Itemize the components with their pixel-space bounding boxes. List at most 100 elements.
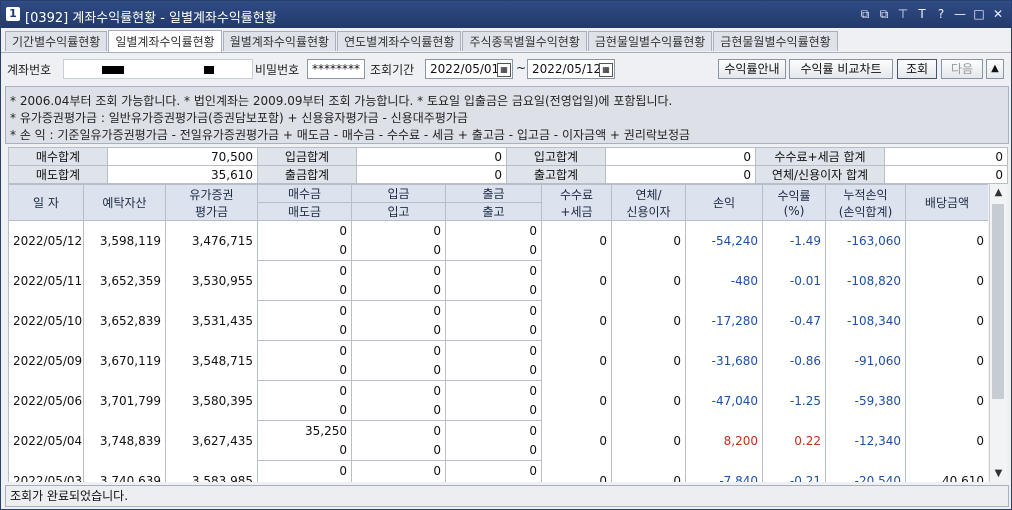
summary-table: 매수합계 70,500 입금합계 0 입고합계 0 수수료+세금 합계 0 매도합계 35,610… (8, 147, 1008, 184)
cell-date: 2022/05/09 (8, 340, 84, 381)
col-header-pnl[interactable]: 손익 (685, 184, 763, 221)
cell-date: 2022/05/04 (8, 420, 84, 461)
summary-label: 연체/신용이자 합계 (755, 165, 885, 184)
collapse-up-icon[interactable]: ▲ (986, 59, 1004, 79)
cell-fee-tax: 0 (541, 460, 612, 482)
col-header-date[interactable]: 일 자 (8, 184, 84, 221)
password-field[interactable]: ******** (307, 59, 365, 79)
header-text: +세금 (560, 204, 593, 219)
cell-stock-in: 0 (351, 440, 446, 461)
table-row[interactable]: 2022/05/10 3,652,839 3,531,435 0 0 0 0 0 -17,280… (8, 300, 988, 341)
tab-2[interactable]: 일별계좌수익률현황 (108, 30, 222, 52)
cell-dividend: 0 (905, 380, 988, 421)
col-header-stock-out[interactable]: 출고 (445, 202, 542, 221)
grid-scrollbar[interactable]: ▲ ▼ (989, 184, 1007, 482)
return-compare-chart-button[interactable]: 수익률 비교차트 (789, 59, 893, 79)
cell-cumulative-pnl: -12,340 (825, 420, 906, 461)
col-header-securities-eval[interactable]: 유가증권 평가금 (165, 184, 258, 221)
cell-stock-out: 0 (445, 480, 542, 482)
pin-icon[interactable]: ⊤ (896, 6, 910, 22)
col-header-sell[interactable]: 매도금 (257, 202, 352, 221)
col-header-withdraw[interactable]: 출금 (445, 184, 542, 203)
close-icon[interactable]: ✕ (991, 6, 1005, 22)
cell-fee-tax: 0 (541, 340, 612, 381)
cell-securities-eval: 3,548,715 (165, 340, 258, 381)
date-range-tilde: ~ (516, 61, 527, 75)
cascade-icon[interactable]: ⧉ (877, 6, 891, 22)
col-header-return-rate[interactable]: 수익률 (%) (762, 184, 826, 221)
col-header-stock-in[interactable]: 입고 (351, 202, 446, 221)
col-header-fee-tax[interactable]: 수수료 +세금 (541, 184, 612, 221)
table-row[interactable]: 2022/05/06 3,701,799 3,580,395 0 0 0 0 0 -47,040… (8, 380, 988, 421)
next-button[interactable]: 다음 (941, 59, 983, 79)
col-header-buy[interactable]: 매수금 (257, 184, 352, 203)
header-text: (손익합계) (838, 204, 893, 219)
cell-buy: 0 (257, 300, 352, 321)
cell-withdraw: 0 (445, 260, 542, 281)
cell-interest: 0 (611, 420, 686, 461)
date-from-field[interactable]: 2022/05/01 ▦ (425, 59, 513, 79)
cell-return-rate: -0.01 (762, 260, 826, 301)
summary-label: 매수합계 (8, 147, 108, 166)
cell-stock-in: 0 (351, 320, 446, 341)
tab-bar: 기간별수익률현황 일별계좌수익률현황 월별계좌수익률현황 연도별계좌수익률현황 주식종목… (5, 30, 839, 52)
link-window-icon[interactable]: ⧉ (858, 6, 872, 22)
scroll-down-icon[interactable]: ▼ (990, 465, 1007, 482)
table-row[interactable]: 2022/05/03 3,740,639 3,583,985 0 0 0 0 0 -7,840-… (8, 460, 988, 482)
col-header-interest[interactable]: 연체/신용이자 (611, 184, 686, 221)
cell-deposit: 0 (351, 220, 446, 241)
cell-dividend: 0 (905, 300, 988, 341)
col-header-cumulative-pnl[interactable]: 누적손익 (손익합계) (825, 184, 906, 221)
cell-cumulative-pnl: -108,340 (825, 300, 906, 341)
cell-securities-eval: 3,476,715 (165, 220, 258, 261)
cell-sell: 0 (257, 440, 352, 461)
account-redaction (204, 66, 214, 74)
table-row[interactable]: 2022/05/09 3,670,119 3,548,715 0 0 0 0 0 -31,680… (8, 340, 988, 381)
col-header-deposit-asset[interactable]: 예탁자산 (83, 184, 166, 221)
scroll-thumb[interactable] (992, 204, 1004, 399)
scroll-up-icon[interactable]: ▲ (990, 184, 1007, 201)
maximize-icon[interactable]: □ (972, 6, 986, 22)
cell-securities-eval: 3,583,985 (165, 460, 258, 482)
cell-buy: 0 (257, 340, 352, 361)
tab-5[interactable]: 주식종목별월수익현황 (462, 31, 587, 51)
font-size-icon[interactable]: T (915, 6, 929, 22)
cell-date: 2022/05/11 (8, 260, 84, 301)
cell-deposit: 0 (351, 420, 446, 441)
minimize-icon[interactable]: — (953, 6, 967, 22)
help-icon[interactable]: ? (934, 6, 948, 22)
date-to-field[interactable]: 2022/05/12 ▦ (527, 59, 615, 79)
tab-1[interactable]: 기간별수익률현황 (5, 31, 108, 51)
header-text: (%) (783, 204, 805, 218)
header-text: 유가증권 (189, 187, 234, 202)
table-row[interactable]: 2022/05/12 3,598,119 3,476,715 0 0 0 0 0 -54,240… (8, 220, 988, 261)
tab-4[interactable]: 연도별계좌수익률현황 (337, 31, 462, 51)
tab-3[interactable]: 월별계좌수익률현황 (222, 31, 337, 51)
cell-return-rate: -0.86 (762, 340, 826, 381)
cell-date: 2022/05/10 (8, 300, 84, 341)
table-row[interactable]: 2022/05/11 3,652,359 3,530,955 0 0 0 0 0 -480 -0.… (8, 260, 988, 301)
cell-deposit-asset: 3,701,799 (83, 380, 166, 421)
tab-divider (1, 52, 1011, 53)
cell-date: 2022/05/03 (8, 460, 84, 482)
cell-interest: 0 (611, 380, 686, 421)
cell-pnl: -480 (685, 260, 763, 301)
return-guide-button[interactable]: 수익률안내 (718, 59, 786, 79)
note-line: * 유가증권평가금 : 일반유가증권평가금(증권담보포함) + 신용융자평가금 … (10, 111, 468, 125)
tab-7[interactable]: 금현물월별수익률현황 (713, 31, 838, 51)
table-row[interactable]: 2022/05/04 3,748,839 3,627,435 35,250 0 0 0 0 8,… (8, 420, 988, 461)
calendar-icon[interactable]: ▦ (599, 63, 613, 77)
cell-withdraw: 0 (445, 300, 542, 321)
cell-cumulative-pnl: -91,060 (825, 340, 906, 381)
col-header-dividend[interactable]: 배당금액 (905, 184, 988, 221)
account-field[interactable] (63, 59, 253, 79)
col-header-deposit[interactable]: 입금 (351, 184, 446, 203)
window-controls: ⧉ ⧉ ⊤ T ? — □ ✕ (858, 6, 1005, 22)
cell-date: 2022/05/06 (8, 380, 84, 421)
search-button[interactable]: 조회 (897, 59, 937, 79)
cell-deposit-asset: 3,652,359 (83, 260, 166, 301)
cell-interest: 0 (611, 300, 686, 341)
calendar-icon[interactable]: ▦ (497, 63, 511, 77)
tab-6[interactable]: 금현물일별수익률현황 (587, 31, 713, 51)
cell-pnl: -47,040 (685, 380, 763, 421)
